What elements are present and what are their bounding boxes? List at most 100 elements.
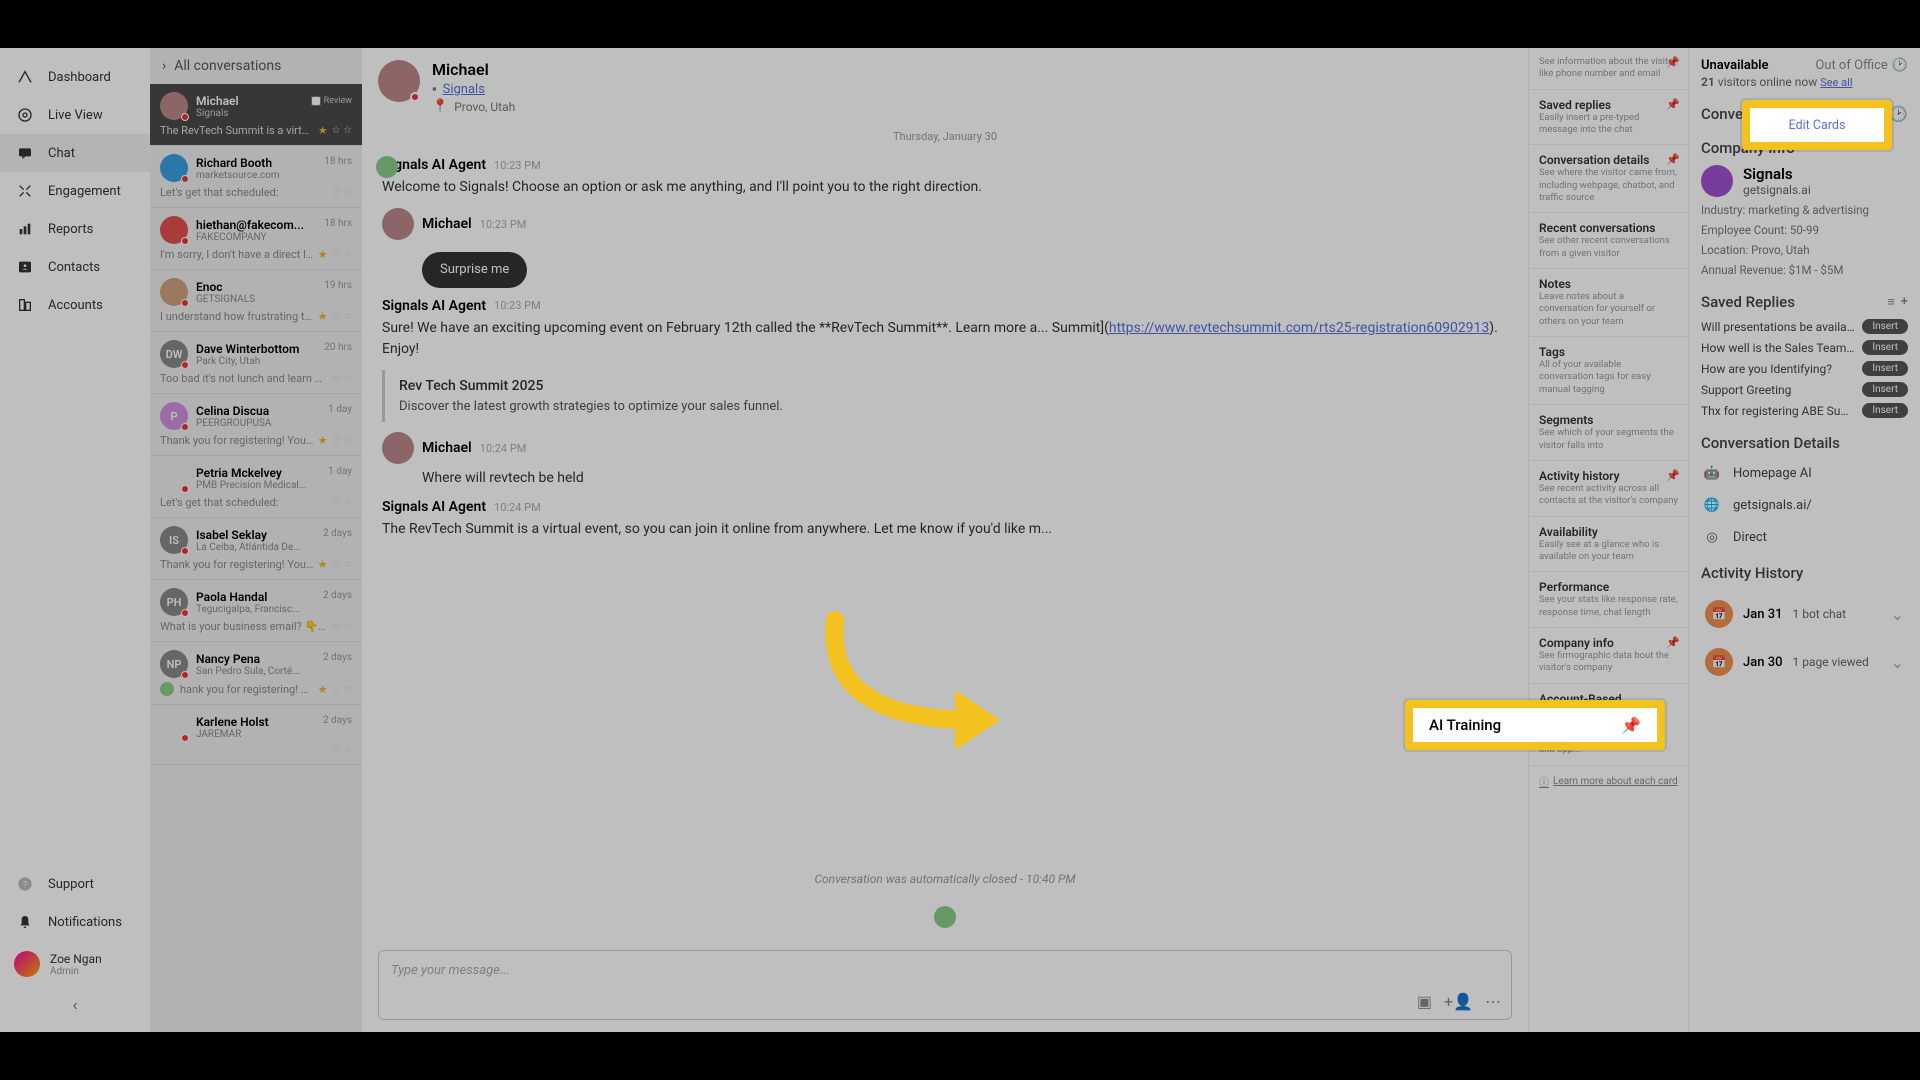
card-option[interactable]: Saved repliesEasily insert a pre-typed m…	[1529, 90, 1688, 146]
collapse-nav-button[interactable]: ‹	[0, 987, 150, 1022]
reply-text: Support Greeting	[1701, 383, 1856, 397]
nav-contacts[interactable]: Contacts	[0, 248, 150, 286]
nav-reports[interactable]: Reports	[0, 210, 150, 248]
insert-button[interactable]: Insert	[1862, 382, 1908, 397]
conv-subtitle: GETSIGNALS	[196, 294, 352, 305]
quick-reply-button[interactable]: Surprise me	[422, 252, 527, 288]
insert-button[interactable]: Insert	[1862, 340, 1908, 355]
conv-name: hiethan@fakecom...	[196, 218, 304, 232]
conv-preview: I understand how frustrating thi...★ ☆ ☆	[160, 310, 352, 323]
conversation-item[interactable]: DW Dave Winterbottom20 hrs Park City, Ut…	[150, 332, 362, 394]
edit-cards-link[interactable]: Edit Cards	[1789, 118, 1846, 133]
review-checkbox[interactable]: Review	[311, 94, 352, 108]
conversation-item[interactable]: Petria Mckelvey1 day PMB Precision Medic…	[150, 456, 362, 518]
conversation-item[interactable]: PH Paola Handal2 days Tegucigalpa, Franc…	[150, 580, 362, 642]
conversation-item[interactable]: Richard Booth18 hrs marketsource.com Let…	[150, 146, 362, 208]
filter-icon[interactable]: ≡	[1887, 294, 1895, 310]
card-option[interactable]: NotesLeave notes about a conversation fo…	[1529, 269, 1688, 337]
pin-icon[interactable]: 📌	[1666, 469, 1680, 482]
bot-icon	[934, 906, 956, 928]
conversation-item[interactable]: MichaelReview Signals The RevTech Summit…	[150, 84, 362, 146]
video-icon[interactable]: ▣	[1417, 992, 1432, 1011]
nav-support[interactable]: ?Support	[0, 865, 150, 903]
time-text: 18 hrs	[324, 156, 352, 170]
card-description: Leave notes about a conversation for you…	[1539, 291, 1678, 328]
avatar	[382, 432, 414, 464]
card-option[interactable]: SegmentsSee which of your segments the v…	[1529, 405, 1688, 461]
cards-panel: See information about the visitor, like …	[1528, 48, 1688, 1032]
conversation-item[interactable]: NP Nancy Pena2 days San Pedro Sula, Cort…	[150, 642, 362, 705]
card-option[interactable]: AvailabilityEasily see at a glance who i…	[1529, 517, 1688, 573]
company-name: Signals	[1743, 165, 1811, 183]
company-logo	[1701, 165, 1733, 197]
conversation-item[interactable]: Enoc19 hrs GETSIGNALS I understand how f…	[150, 270, 362, 332]
detail-text: Direct	[1733, 530, 1767, 545]
avatar: P	[160, 402, 188, 430]
nav-engagement[interactable]: Engagement	[0, 172, 150, 210]
ai-training-label: AI Training	[1429, 716, 1501, 734]
pin-icon[interactable]: 📌	[1666, 56, 1680, 69]
activity-text: 1 page viewed	[1792, 655, 1880, 669]
insert-button[interactable]: Insert	[1862, 319, 1908, 334]
company-link[interactable]: Signals	[443, 82, 485, 97]
nav-user[interactable]: Zoe Ngan Admin	[0, 941, 150, 987]
globe-icon: 🌐	[1701, 494, 1723, 516]
add-user-icon[interactable]: +👤	[1444, 992, 1473, 1011]
insert-button[interactable]: Insert	[1862, 403, 1908, 418]
activity-row[interactable]: 📅Jan 301 page viewed⌄	[1701, 638, 1908, 686]
card-option[interactable]: Activity historySee recent activity acro…	[1529, 461, 1688, 517]
conv-preview: Thank you for registering! You ...★ ☆ ☆	[160, 558, 352, 571]
conversation-item[interactable]: IS Isabel Seklay2 days La Ceiba, Atlánti…	[150, 518, 362, 580]
activity-row[interactable]: 📅Jan 311 bot chat⌄	[1701, 590, 1908, 638]
message-time: 10:23 PM	[494, 299, 541, 312]
message-link[interactable]: https://www.revtechsummit.com/rts25-regi…	[1109, 320, 1489, 336]
message-input[interactable]: Type your message... ▣ +👤 ⋯	[378, 950, 1512, 1020]
card-option[interactable]: See information about the visitor, like …	[1529, 48, 1688, 90]
pin-icon[interactable]: 📌	[1621, 716, 1641, 735]
pin-icon[interactable]: 📌	[1666, 98, 1680, 111]
conversation-item[interactable]: hiethan@fakecom...18 hrs FAKECOMPANY I'm…	[150, 208, 362, 270]
see-all-link[interactable]: See all	[1820, 76, 1852, 89]
saved-reply-row: Will presentations be availabl...Insert	[1701, 319, 1908, 334]
reply-text: How well is the Sales Team e...	[1701, 341, 1856, 355]
conv-list-header[interactable]: › All conversations	[150, 48, 362, 84]
nav-chat[interactable]: Chat	[0, 134, 150, 172]
activity-date: Jan 30	[1743, 655, 1782, 670]
card-option[interactable]: Recent conversationsSee other recent con…	[1529, 213, 1688, 269]
conv-detail-row: 🤖Homepage AI	[1701, 462, 1908, 484]
saved-reply-row: Thx for registering ABE SummitInsert	[1701, 403, 1908, 418]
nav-notifications[interactable]: Notifications	[0, 903, 150, 941]
card-option[interactable]: Company infoSee firmographic data bout t…	[1529, 628, 1688, 684]
nav-accounts[interactable]: Accounts	[0, 286, 150, 324]
conv-preview: Let's get that scheduled: ☆ ☆	[160, 496, 352, 509]
svg-text:?: ?	[23, 879, 28, 890]
sender-name: Michael	[422, 440, 472, 456]
learn-more-link[interactable]: ⓘLearn more about each card	[1529, 766, 1688, 797]
card-description: See where the visitor came from, includi…	[1539, 167, 1678, 204]
card-option[interactable]: PerformanceSee your stats like response …	[1529, 572, 1688, 628]
message: Signals AI Agent10:23 PM Sure! We have a…	[382, 298, 1508, 423]
pin-icon[interactable]: 📌	[1666, 153, 1680, 166]
nav-dashboard[interactable]: Dashboard	[0, 58, 150, 96]
insert-button[interactable]: Insert	[1862, 361, 1908, 376]
time-text: 19 hrs	[324, 280, 352, 294]
card-option[interactable]: Conversation detailsSee where the visito…	[1529, 145, 1688, 213]
link-card[interactable]: Rev Tech Summit 2025Discover the latest …	[382, 370, 1508, 423]
conv-preview: Thank you for registering! You ...★ ☆ ☆	[160, 434, 352, 447]
message-body: Sure! We have an exciting upcoming event…	[382, 318, 1508, 423]
pin-icon[interactable]: 📌	[1666, 636, 1680, 649]
time-text: 2 days	[323, 590, 352, 604]
chat-header: Michael ▪Signals 📍Provo, Utah	[362, 48, 1528, 126]
avatar: DW	[160, 340, 188, 368]
conversation-item[interactable]: P Celina Discua1 day PEERGROUPUSA Thank …	[150, 394, 362, 456]
card-title: Company info	[1539, 636, 1678, 650]
conversation-item[interactable]: Karlene Holst2 days JAREMAR ☆ ☆	[150, 705, 362, 765]
clock-icon[interactable]: 🕑	[1889, 105, 1908, 123]
right-panel: Unavailable Out of Office🕑 21 visitors o…	[1688, 48, 1920, 1032]
nav-liveview[interactable]: Live View	[0, 96, 150, 134]
more-icon[interactable]: ⋯	[1485, 992, 1501, 1011]
card-title: Notes	[1539, 277, 1678, 291]
add-icon[interactable]: +	[1901, 294, 1908, 310]
card-option[interactable]: TagsAll of your available conversation t…	[1529, 337, 1688, 405]
chat-messages: Signals AI Agent10:23 PM Welcome to Sign…	[362, 147, 1528, 852]
